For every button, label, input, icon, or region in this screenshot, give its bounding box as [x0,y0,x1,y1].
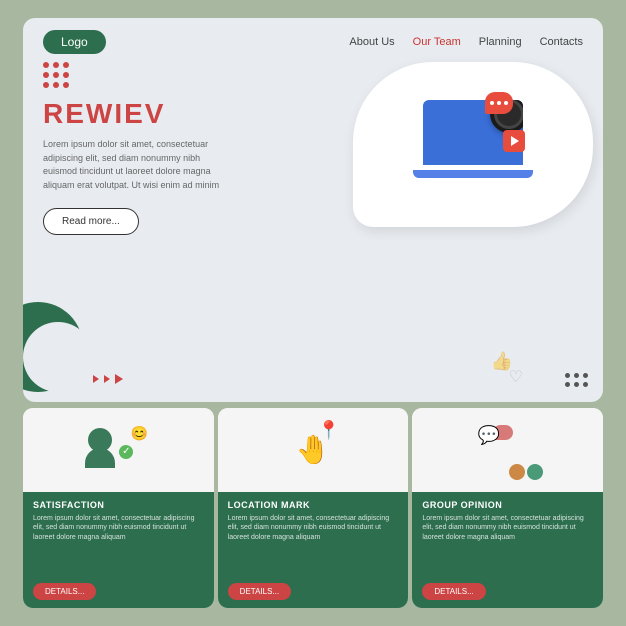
dot [63,62,69,68]
satisfaction-card-top: 😊 ✓ [23,408,214,492]
dot [63,72,69,78]
satisfaction-card: 😊 ✓ SATISFACTION Lorem ipsum dolor sit a… [23,408,214,608]
logo-button[interactable]: Logo [43,30,106,54]
dot [43,82,49,88]
hero-area: REWIEV Lorem ipsum dolor sit amet, conse… [23,62,603,245]
satisfaction-icon: 😊 ✓ [83,420,153,480]
dot [583,382,588,387]
avatars-group [509,464,543,480]
arrows-decoration [93,374,123,384]
group-desc: Lorem ipsum dolor sit amet, consectetuar… [422,514,593,579]
nav-links: About Us Our Team Planning Contacts [349,36,583,48]
nav-planning[interactable]: Planning [479,36,522,48]
top-card: Logo About Us Our Team Planning Contacts [23,18,603,402]
dot [53,62,59,68]
happy-emoji-icon: 😊 [131,425,148,442]
dot [574,382,579,387]
dot [574,373,579,378]
nav-about[interactable]: About Us [349,36,394,48]
location-pin-icon: 📍 [318,420,340,441]
bottom-row: 😊 ✓ SATISFACTION Lorem ipsum dolor sit a… [23,408,603,608]
nav-team[interactable]: Our Team [413,36,461,48]
arrow-icon [104,375,110,383]
hero-description: Lorem ipsum dolor sit amet, consectetuar… [43,138,223,192]
dot-grid-right [565,373,588,387]
group-details-button[interactable]: DETAILS... [422,583,485,600]
dot-grid-decoration [43,62,583,88]
page-wrapper: Logo About Us Our Team Planning Contacts [23,18,603,608]
group-opinion-card: 💬 GROUP OPINION Lorem ipsum dolor sit am… [412,408,603,608]
arrow-icon [93,375,99,383]
satisfaction-details-button[interactable]: DETAILS... [33,583,96,600]
heart-icon: ♡ [509,367,523,387]
satisfaction-desc: Lorem ipsum dolor sit amet, consectetuar… [33,514,204,579]
dot [43,62,49,68]
location-title: LOCATION MARK [228,500,399,510]
dot [583,373,588,378]
location-desc: Lorem ipsum dolor sit amet, consectetuar… [228,514,399,579]
avatar-icon [527,464,543,480]
dot [53,72,59,78]
dot [43,72,49,78]
group-card-top: 💬 [412,408,603,492]
person-body-icon [85,448,115,468]
location-card: 🤚 📍 LOCATION MARK Lorem ipsum dolor sit … [218,408,409,608]
read-more-button[interactable]: Read more... [43,208,139,235]
location-details-button[interactable]: DETAILS... [228,583,291,600]
check-icon: ✓ [119,445,133,459]
arrow-icon [115,374,123,384]
location-card-top: 🤚 📍 [218,408,409,492]
hero-title: REWIEV [43,98,583,130]
dot [63,82,69,88]
avatar-icon [509,464,525,480]
satisfaction-card-bottom: SATISFACTION Lorem ipsum dolor sit amet,… [23,492,214,608]
satisfaction-title: SATISFACTION [33,500,204,510]
deco-circle-inner [23,322,93,392]
location-icon: 🤚 📍 [278,420,348,480]
dot [53,82,59,88]
chat-icon: 💬 [478,425,500,446]
location-card-bottom: LOCATION MARK Lorem ipsum dolor sit amet… [218,492,409,608]
group-title: GROUP OPINION [422,500,593,510]
dot [565,382,570,387]
group-card-bottom: GROUP OPINION Lorem ipsum dolor sit amet… [412,492,603,608]
hero-text: REWIEV Lorem ipsum dolor sit amet, conse… [43,62,583,235]
dot [565,373,570,378]
nav-contacts[interactable]: Contacts [540,36,583,48]
group-icon: 💬 [473,420,543,480]
